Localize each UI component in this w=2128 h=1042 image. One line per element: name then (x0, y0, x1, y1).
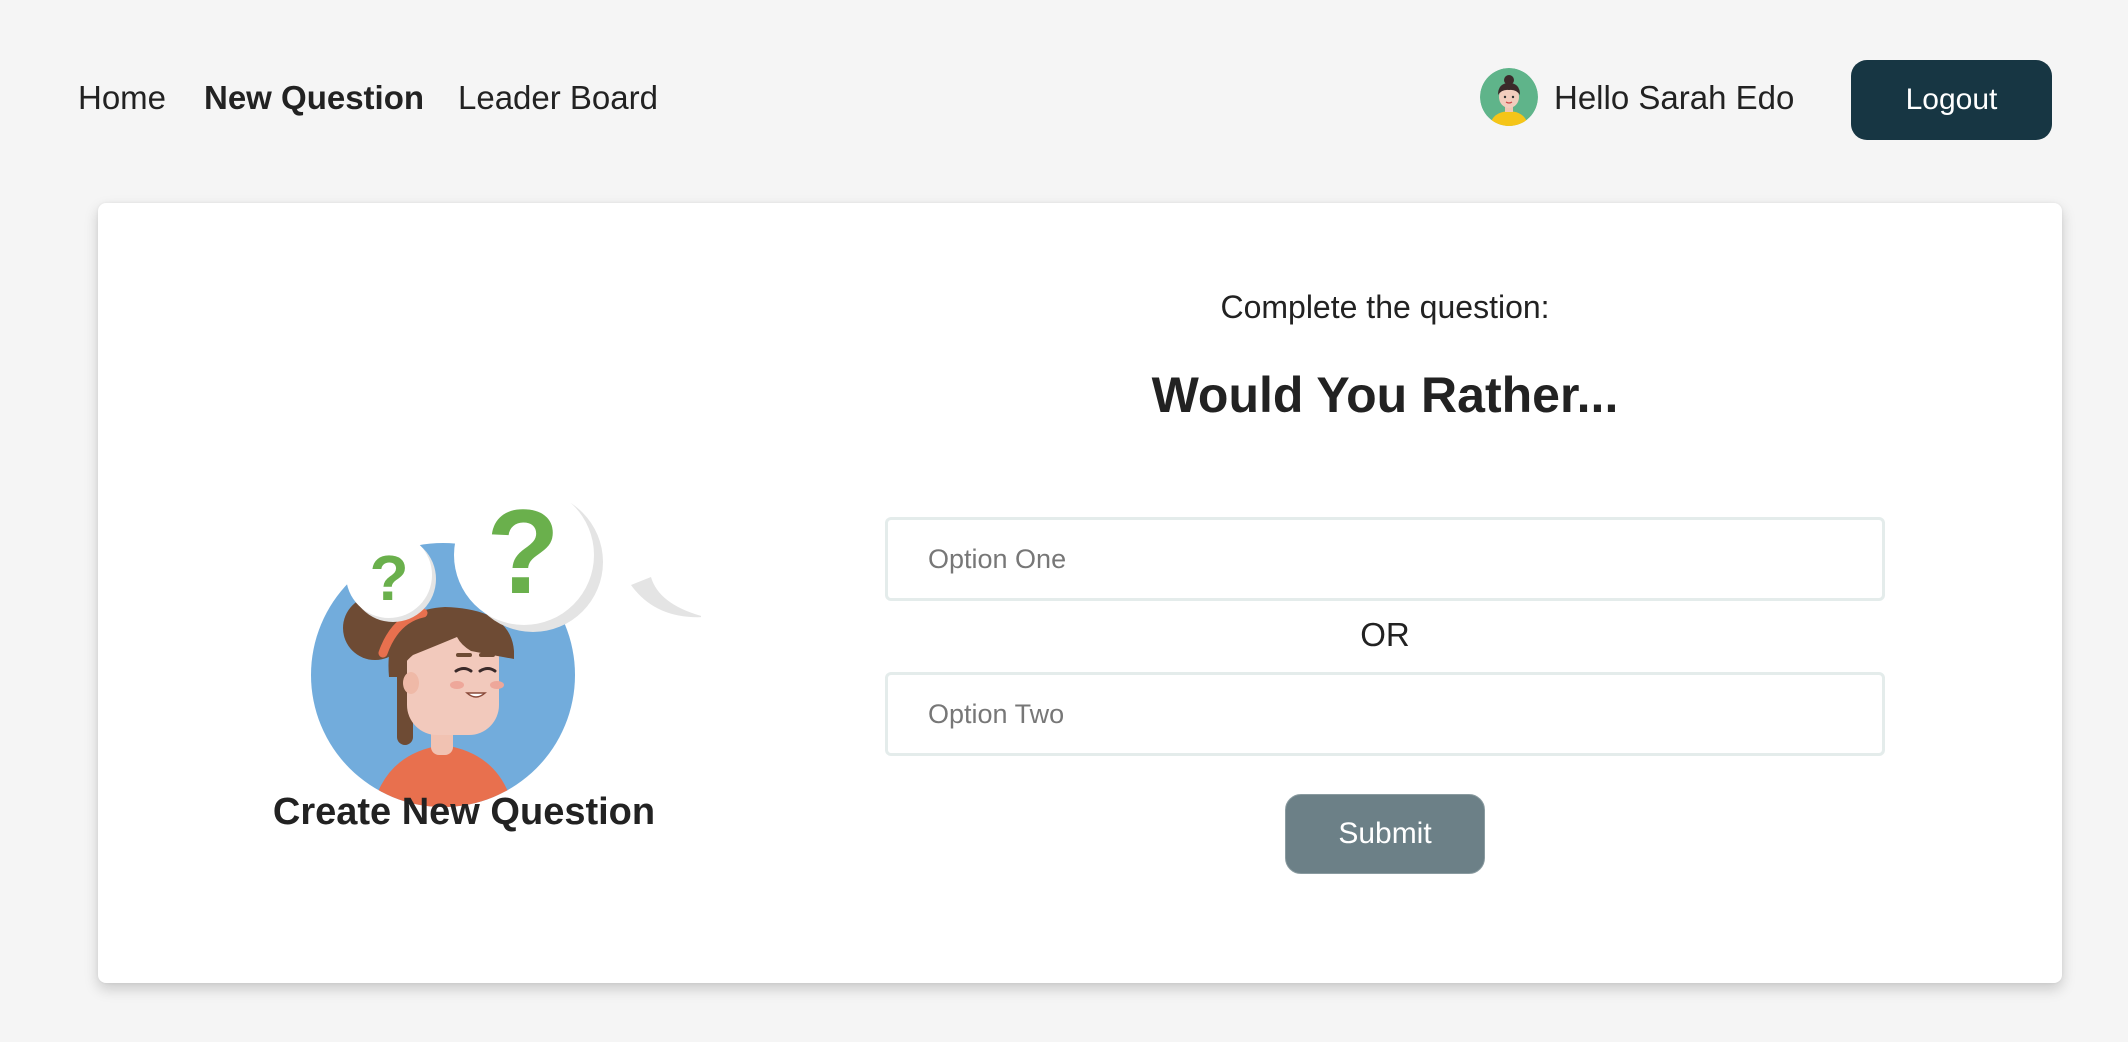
user-greeting: Hello Sarah Edo (1554, 79, 1795, 116)
nav-home-link[interactable]: Home (78, 74, 166, 122)
option-one-input[interactable] (885, 517, 1885, 601)
svg-text:?: ? (369, 542, 408, 614)
or-separator: OR (1360, 616, 1410, 653)
top-navigation: Home New Question Leader Board Hello Sar… (0, 0, 2128, 200)
nav-new-question-link[interactable]: New Question (204, 74, 424, 122)
question-instruction: Complete the question: (1220, 289, 1550, 325)
would-you-rather-heading: Would You Rather... (1151, 367, 1619, 423)
svg-text:?: ? (486, 485, 559, 619)
new-question-card: ? ? Create New Question Complete the que… (98, 203, 2062, 983)
create-question-title: Create New Question (272, 791, 656, 833)
submit-button[interactable]: Submit (1285, 794, 1485, 874)
thinking-person-illustration: ? ? (311, 485, 701, 807)
nav-leader-board-link[interactable]: Leader Board (458, 74, 658, 122)
option-two-input[interactable] (885, 672, 1885, 756)
logout-button[interactable]: Logout (1851, 60, 2052, 140)
user-avatar-icon (1480, 68, 1538, 126)
